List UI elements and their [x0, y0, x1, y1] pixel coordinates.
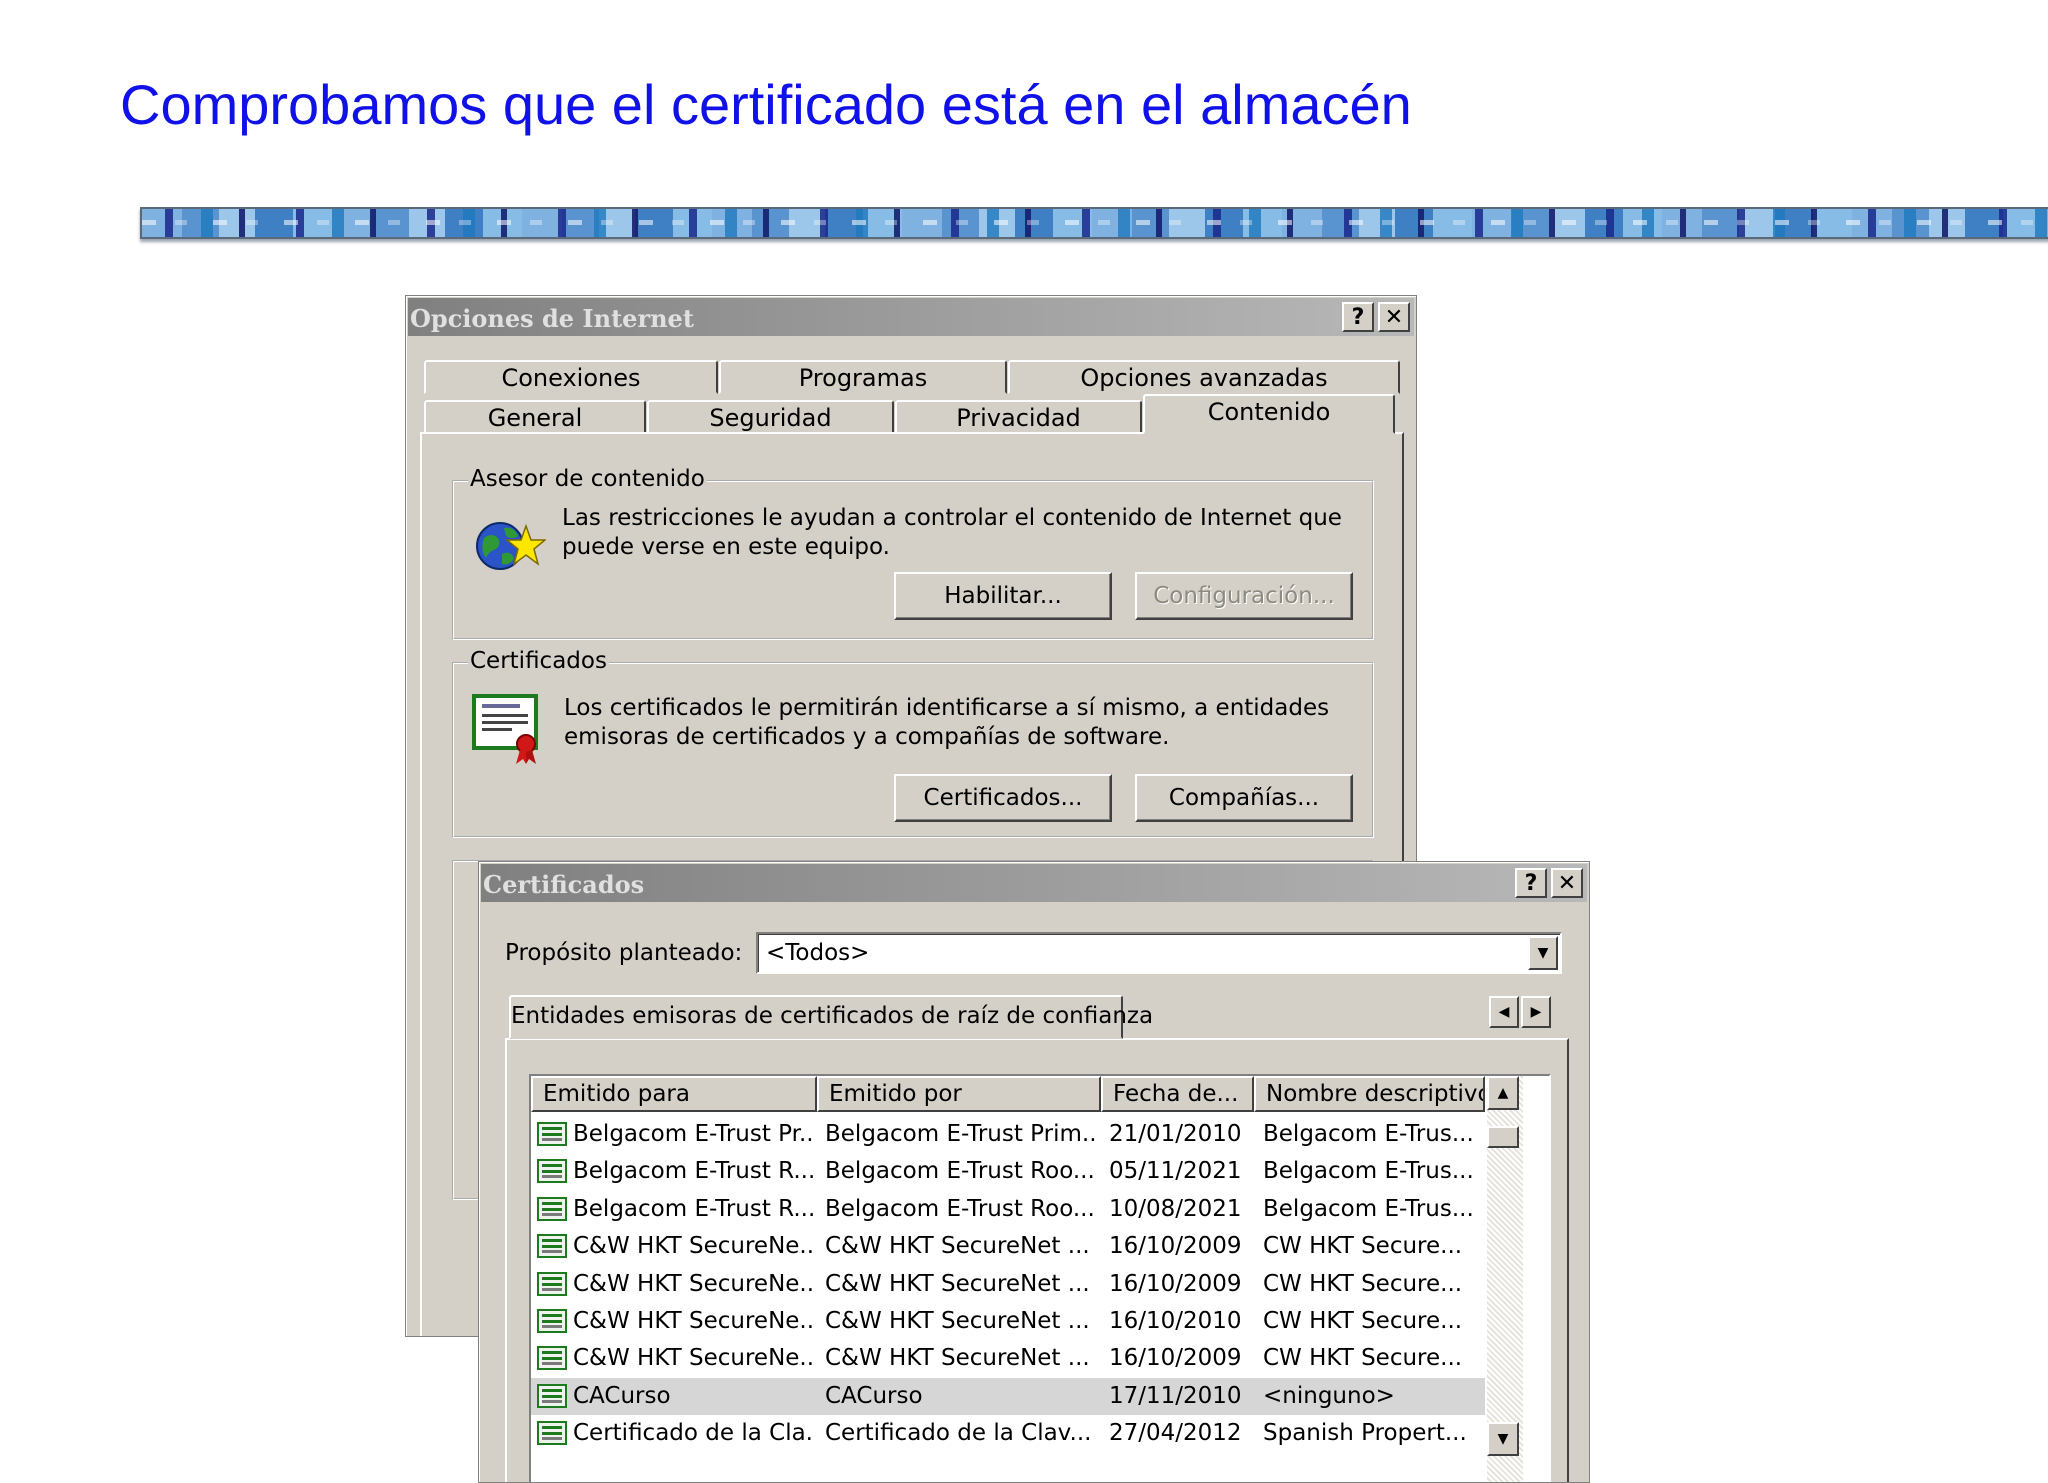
purpose-dropdown[interactable]: <Todos> ▼ [756, 932, 1562, 974]
certificates-group: Certificados Los certificados le permiti… [452, 648, 1374, 838]
certificate-icon [537, 1309, 567, 1333]
cell-friendly: <ninguno> [1263, 1382, 1395, 1409]
table-row[interactable]: Belgacom E-Trust R... Belgacom E-Trust Ro… [531, 1191, 1485, 1228]
certificate-icon [537, 1383, 567, 1408]
column-issued-to[interactable]: Emitido para [531, 1076, 817, 1112]
cell-friendly: CW HKT Secure... [1263, 1270, 1463, 1297]
cell-friendly: CW HKT Secure... [1263, 1233, 1463, 1260]
cell-issued-by: Belgacom E-Trust Roo... [825, 1195, 1095, 1222]
cell-issued-to: C&W HKT SecureNe... [573, 1308, 813, 1334]
tab-trusted-root-ca[interactable]: Entidades emisoras de certificados de ra… [509, 995, 1153, 1039]
tab-conexiones[interactable]: Conexiones [424, 360, 718, 394]
cell-date: 16/10/2009 [1109, 1345, 1242, 1372]
certificate-icon [537, 1271, 567, 1296]
cell-friendly: Belgacom E-Trus... [1263, 1158, 1474, 1185]
table-row[interactable]: C&W HKT SecureNe... C&W HKT SecureNet ...… [531, 1340, 1485, 1377]
certificate-icon [537, 1421, 567, 1446]
cell-issued-by: C&W HKT SecureNet ... [825, 1233, 1090, 1260]
tab-opciones-avanzadas[interactable]: Opciones avanzadas [1008, 360, 1400, 394]
settings-button: Configuración... [1135, 572, 1353, 620]
purpose-value: <Todos> [766, 940, 870, 966]
tab-seguridad[interactable]: Seguridad [647, 400, 894, 434]
certificates-group-label: Certificados [468, 648, 609, 674]
internet-options-titlebar[interactable]: Opciones de Internet ? ✕ [408, 298, 1414, 336]
content-advisor-label: Asesor de contenido [468, 466, 707, 492]
publishers-button[interactable]: Compañías... [1135, 774, 1353, 822]
tab-privacidad[interactable]: Privacidad [895, 400, 1142, 434]
certificates-button[interactable]: Certificados... [894, 774, 1112, 822]
content-advisor-group: Asesor de contenido Las restricciones le… [452, 466, 1374, 640]
cell-issued-to: C&W HKT SecureNe... [573, 1270, 813, 1297]
cell-friendly: Belgacom E-Trus... [1263, 1121, 1474, 1147]
table-row[interactable]: C&W HKT SecureNe... C&W HKT SecureNet ...… [531, 1303, 1485, 1340]
enable-button[interactable]: Habilitar... [894, 572, 1112, 620]
cell-issued-to: Belgacom E-Trust R... [573, 1158, 813, 1185]
content-advisor-text: Las restricciones le ayudan a controlar … [562, 505, 1342, 560]
cell-friendly: Belgacom E-Trus... [1263, 1195, 1474, 1222]
help-button[interactable]: ? [1515, 868, 1547, 898]
cell-issued-to: Belgacom E-Trust Pr... [573, 1121, 813, 1147]
table-row[interactable]: Belgacom E-Trust R... Belgacom E-Trust Ro… [531, 1153, 1485, 1190]
scroll-down-icon[interactable]: ▼ [1487, 1422, 1519, 1456]
certificates-dialog: Certificados ? ✕ Propósito planteado: <T… [478, 861, 1590, 1483]
cell-issued-by: Belgacom E-Trust Roo... [825, 1158, 1095, 1185]
scroll-thumb[interactable] [1487, 1126, 1519, 1148]
certificates-titlebar[interactable]: Certificados ? ✕ [481, 864, 1587, 902]
cell-issued-to: CACurso [573, 1382, 671, 1409]
certificate-icon [537, 1234, 567, 1259]
column-expiration[interactable]: Fecha de... [1101, 1076, 1254, 1112]
certificates-tab-panel: Emitido para Emitido por Fecha de... Nom… [505, 1038, 1569, 1482]
cell-date: 05/11/2021 [1109, 1158, 1242, 1185]
vertical-scrollbar[interactable]: ▲ ▼ [1487, 1076, 1523, 1482]
globe-star-icon [476, 522, 546, 570]
cell-date: 10/08/2021 [1109, 1195, 1242, 1222]
decorative-band [140, 207, 2048, 239]
purpose-label: Propósito planteado: [505, 940, 743, 966]
close-button[interactable]: ✕ [1378, 302, 1410, 332]
table-row[interactable]: Belgacom E-Trust Pr... Belgacom E-Trust P… [531, 1116, 1485, 1153]
certificate-icon [537, 1196, 567, 1221]
cell-issued-by: CACurso [825, 1382, 923, 1409]
column-issued-by[interactable]: Emitido por [817, 1076, 1101, 1112]
cell-date: 17/11/2010 [1109, 1382, 1242, 1409]
tab-scroll-left-icon[interactable]: ◀ [1489, 996, 1519, 1028]
certificate-icon [472, 694, 538, 764]
scroll-up-icon[interactable]: ▲ [1487, 1076, 1519, 1110]
table-row[interactable]: C&W HKT SecureNe... C&W HKT SecureNet ...… [531, 1228, 1485, 1265]
cell-issued-to: Belgacom E-Trust R... [573, 1195, 813, 1222]
tab-programas[interactable]: Programas [719, 360, 1007, 394]
cell-issued-by: C&W HKT SecureNet ... [825, 1308, 1090, 1334]
tab-contenido[interactable]: Contenido [1143, 394, 1395, 434]
cell-issued-by: Belgacom E-Trust Prim... [825, 1121, 1097, 1147]
tab-scroll-right-icon[interactable]: ▶ [1521, 996, 1551, 1028]
certificate-icon [537, 1346, 567, 1371]
certificates-text: Los certificados le permitirán identific… [564, 695, 1330, 750]
help-button[interactable]: ? [1342, 302, 1374, 332]
cell-issued-to: C&W HKT SecureNe... [573, 1345, 813, 1372]
table-row[interactable]: CACurso CACurso 17/11/2010 <ninguno> [531, 1377, 1485, 1415]
certificate-icon [537, 1122, 567, 1146]
dialog-title: Certificados [483, 870, 645, 899]
cell-issued-by: C&W HKT SecureNet ... [825, 1270, 1090, 1297]
cell-date: 16/10/2010 [1109, 1308, 1242, 1334]
close-button[interactable]: ✕ [1551, 868, 1583, 898]
cell-friendly: CW HKT Secure... [1263, 1345, 1463, 1372]
certificates-list[interactable]: Emitido para Emitido por Fecha de... Nom… [529, 1074, 1551, 1482]
window-title: Opciones de Internet [410, 304, 694, 333]
cell-date: 16/10/2009 [1109, 1233, 1242, 1260]
certificate-icon [537, 1159, 567, 1184]
cell-date: 16/10/2009 [1109, 1270, 1242, 1297]
cell-date: 21/01/2010 [1109, 1121, 1242, 1147]
cell-issued-by: C&W HKT SecureNet ... [825, 1345, 1090, 1372]
table-row[interactable]: C&W HKT SecureNe... C&W HKT SecureNet ...… [531, 1266, 1485, 1303]
chevron-down-icon[interactable]: ▼ [1528, 936, 1558, 970]
column-friendly-name[interactable]: Nombre descriptivo [1254, 1076, 1485, 1112]
cell-issued-to: C&W HKT SecureNe... [573, 1233, 813, 1260]
slide-title: Comprobamos que el certificado está en e… [120, 73, 1412, 136]
tab-general[interactable]: General [424, 400, 646, 434]
cell-friendly: CW HKT Secure... [1263, 1308, 1463, 1334]
